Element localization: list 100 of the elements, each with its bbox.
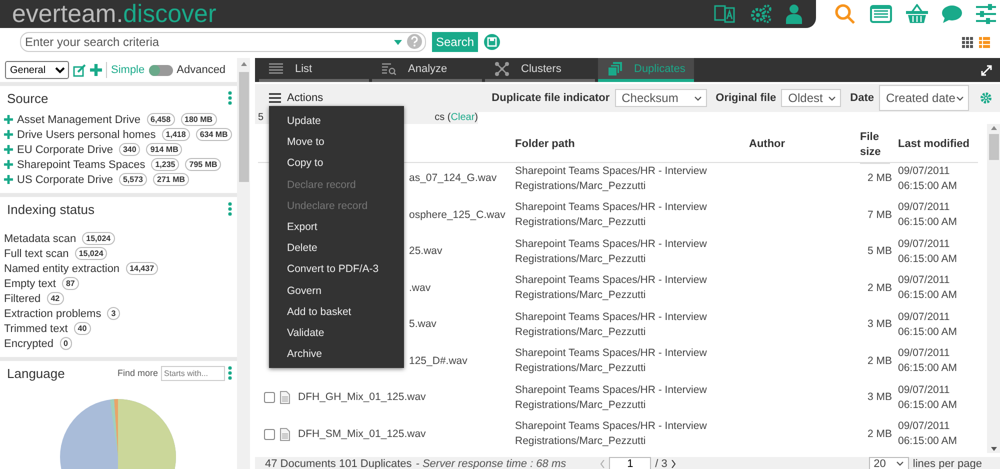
plus-icon[interactable] (4, 175, 13, 184)
basket-icon[interactable] (906, 4, 928, 24)
menu-item[interactable]: Archive (269, 343, 404, 364)
status-name[interactable]: Trimmed text (4, 322, 68, 334)
size-badge: 795 MB (185, 158, 222, 171)
menu-item[interactable]: Copy to (269, 152, 404, 174)
caret-icon (828, 96, 836, 100)
modified-cell-text: 09/07/2011 06:15:00 AM (898, 200, 958, 230)
lines-per-page-select[interactable]: 20 (868, 457, 909, 469)
plus-icon[interactable] (90, 64, 102, 76)
scroll-up-icon[interactable] (990, 126, 996, 130)
expand-icon[interactable] (981, 64, 992, 76)
menu-item[interactable]: Export (269, 216, 404, 238)
file-name[interactable]: DFH_SM_Mix_01_125.wav (298, 426, 426, 442)
scrollbar-thumb[interactable] (988, 134, 998, 160)
source-name[interactable]: Drive Users personal homes (17, 128, 156, 140)
row-checkbox[interactable] (264, 428, 275, 440)
sliders-icon[interactable] (976, 4, 996, 24)
count-badge: 40 (74, 322, 91, 335)
status-name[interactable]: Extraction problems (4, 308, 102, 320)
scrollbar-thumb[interactable] (238, 72, 248, 182)
section-title: Source (6, 90, 48, 106)
date-select[interactable]: Created date (879, 85, 969, 111)
settings-icon[interactable] (980, 92, 992, 104)
analyze-icon (382, 62, 396, 74)
chat-icon[interactable] (942, 5, 962, 23)
column-header[interactable]: Last modified (898, 126, 978, 163)
scroll-up-icon[interactable] (240, 62, 246, 66)
status-name[interactable]: Filtered (4, 292, 41, 304)
scroll-down-icon[interactable] (990, 447, 996, 451)
page-field[interactable]: 1 (609, 457, 652, 469)
menu-item[interactable]: Validate (269, 322, 404, 344)
menu-item[interactable]: Update (269, 110, 404, 132)
count-badge: 1,418 (162, 128, 190, 141)
grid-view-icon[interactable] (962, 36, 973, 48)
search-field[interactable]: Enter your search criteria (20, 32, 426, 52)
file-name[interactable]: 5.wav (409, 317, 436, 332)
status-name[interactable]: Empty text (4, 278, 56, 290)
section-title: Language (6, 366, 65, 380)
column-header[interactable]: Folder path (515, 126, 749, 163)
file-name[interactable]: osphere_125_C.wav (409, 208, 506, 223)
source-name[interactable]: EU Corporate Drive (17, 144, 113, 156)
actions-button[interactable]: Actions (269, 92, 324, 104)
source-name[interactable]: Sharepoint Teams Spaces (17, 158, 146, 170)
modified-cell-text: 09/07/2011 06:15:00 AM (898, 346, 958, 376)
help-icon[interactable] (407, 34, 422, 49)
profile-select[interactable]: General (5, 61, 69, 79)
menu-item[interactable]: Delete (269, 237, 404, 258)
search-icon[interactable] (834, 3, 856, 25)
translate-icon[interactable] (714, 4, 736, 24)
source-name[interactable]: US Corporate Drive (17, 174, 113, 186)
user-icon[interactable] (786, 4, 802, 24)
status-name[interactable]: Named entity extraction (4, 262, 120, 274)
edit-icon[interactable] (73, 64, 86, 76)
folder-path-cell-text: Sharepoint Teams Spaces/HR - Interview Registrations/Marc_Pezzutti (515, 419, 708, 450)
folder-path-cell-text: Sharepoint Teams Spaces/HR - Interview Registrations/Marc_Pezzutti (515, 273, 708, 304)
list-card-icon[interactable] (870, 5, 892, 23)
row-checkbox[interactable] (264, 392, 275, 404)
column-header[interactable]: File size (860, 126, 890, 164)
previous-icon[interactable] (600, 460, 606, 468)
modified-cell-text: 09/07/2011 06:15:00 AM (898, 382, 958, 413)
save-icon[interactable] (484, 34, 500, 50)
mode-toggle[interactable] (148, 64, 173, 76)
source-name[interactable]: Asset Management Drive (17, 114, 140, 126)
plus-icon[interactable] (4, 115, 13, 124)
gears-icon[interactable] (750, 4, 772, 24)
size-badge: 271 MB (153, 173, 190, 186)
file-name[interactable]: .wav (409, 280, 431, 296)
count-badge: 6,458 (146, 113, 175, 126)
plus-icon[interactable] (4, 145, 13, 154)
count-badge: 15,024 (82, 232, 115, 245)
file-name[interactable]: 25.wav (409, 244, 442, 260)
list-view-icon[interactable] (979, 36, 990, 48)
caret-icon (956, 96, 964, 100)
file-name[interactable]: 125_D#.wav (409, 354, 468, 369)
column-header[interactable]: Author (749, 126, 860, 163)
kebab-menu-icon[interactable] (228, 202, 232, 216)
count-badge: 87 (62, 277, 79, 290)
file-size-cell-text: 5 MB (866, 244, 893, 260)
kebab-menu-icon[interactable] (228, 91, 232, 105)
menu-item[interactable]: Add to basket (269, 300, 404, 322)
folder-path-cell-text: Sharepoint Teams Spaces/HR - Interview Registrations/Marc_Pezzutti (515, 346, 708, 376)
dropdown-arrow-icon[interactable] (394, 40, 402, 45)
summary-text: cs ( (434, 112, 451, 123)
status-name[interactable]: Metadata scan (4, 232, 76, 244)
file-size-cell-text: 2 MB (866, 354, 893, 369)
file-name[interactable]: DFH_GH_Mix_01_125.wav (298, 390, 426, 406)
status-name[interactable]: Encrypted (4, 338, 54, 350)
find-more-field[interactable]: Starts with... (161, 366, 225, 380)
kebab-menu-icon[interactable] (228, 366, 232, 380)
original-file-select[interactable]: Oldest (781, 89, 842, 107)
next-icon[interactable] (671, 460, 676, 468)
indicator-select[interactable]: Checksum (614, 89, 707, 107)
file-name[interactable]: as_07_124_G.wav (409, 171, 497, 186)
menu-item[interactable]: Govern (269, 280, 404, 301)
plus-icon[interactable] (4, 130, 13, 139)
menu-item[interactable]: Move to (269, 131, 404, 152)
status-name[interactable]: Full text scan (4, 248, 69, 260)
menu-item[interactable]: Convert to PDF/A-3 (269, 258, 404, 280)
plus-icon[interactable] (4, 160, 13, 169)
